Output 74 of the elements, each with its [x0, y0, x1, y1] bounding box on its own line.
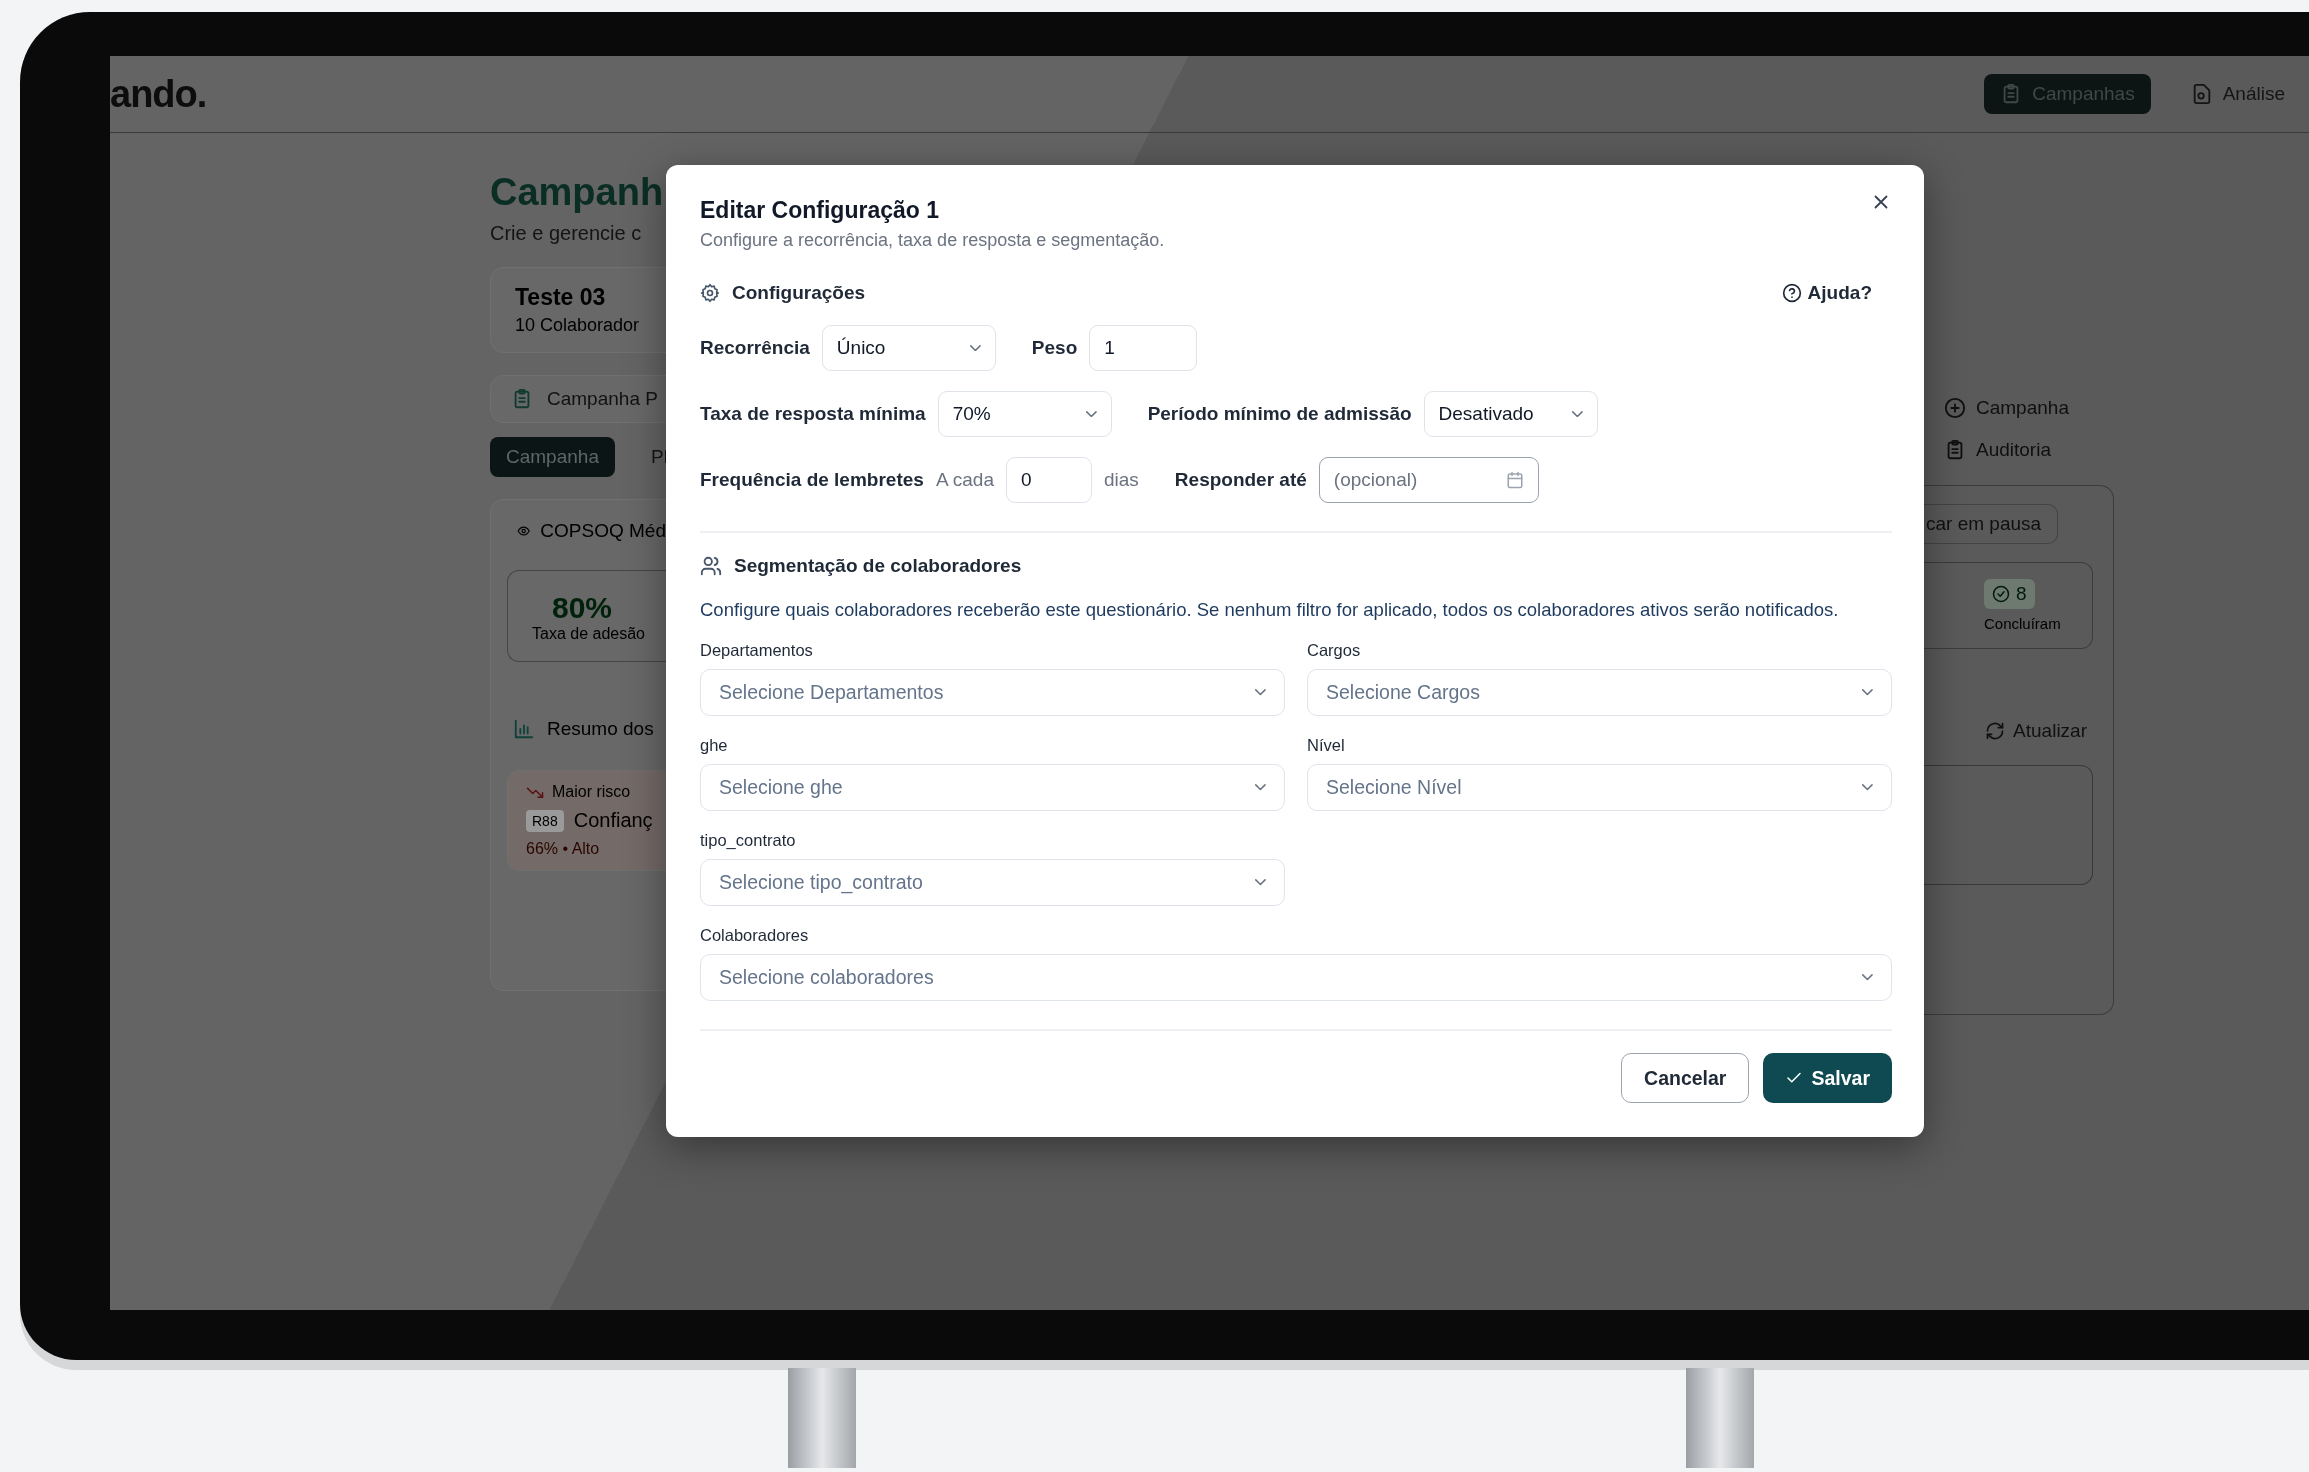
field-label: Frequência de lembretes — [700, 469, 924, 491]
risk-label: Maior risco — [552, 783, 631, 801]
field-label: Peso — [1031, 337, 1078, 359]
section-title: Segmentação de colaboradores — [734, 555, 1022, 577]
cancel-button[interactable]: Cancelar — [1621, 1053, 1750, 1103]
action-button[interactable]: Auditoria — [1924, 429, 2114, 471]
settings-icon — [700, 283, 720, 303]
save-button[interactable]: Salvar — [1763, 1053, 1892, 1103]
chevron-down-icon — [1571, 410, 1583, 418]
stat-badge: 8 — [1984, 579, 2035, 609]
help-link[interactable]: Ajuda? — [1775, 281, 1878, 305]
chevron-down-icon — [1862, 689, 1873, 696]
dropdown[interactable]: Selecione Cargos — [1307, 669, 1892, 716]
campaign-card[interactable]: Teste 03 10 Colaborador — [490, 267, 666, 353]
date-field[interactable]: (opcional) — [1318, 457, 1539, 503]
help-icon — [1781, 283, 1802, 303]
tab[interactable]: Campanha — [490, 437, 615, 477]
risk-code: R88 — [526, 809, 564, 832]
bar-chart-icon — [513, 718, 535, 740]
refresh-button[interactable]: Atualizar — [1979, 719, 2093, 743]
chevron-down-icon — [1085, 410, 1097, 418]
page-subtitle: Crie e gerencie c — [490, 222, 643, 245]
field-label: Responder até — [1174, 469, 1307, 491]
campaign-count: 10 Colaborador — [515, 315, 641, 336]
dropdown[interactable]: Selecione tipo_contrato — [700, 859, 1285, 906]
refresh-icon — [1985, 721, 2006, 741]
check-circle-icon — [1992, 585, 2010, 603]
risk-score: 66% • Alto — [526, 840, 601, 858]
dropdown[interactable]: Selecione ghe — [700, 764, 1285, 811]
field-unit: dias — [1104, 469, 1139, 491]
summary-title: Resumo dos — [547, 718, 654, 740]
nav-tab[interactable]: Análise — [2174, 74, 2301, 114]
dropdown[interactable]: Selecione colaboradores — [700, 954, 1892, 1001]
risk-name: Confianç — [573, 809, 653, 832]
input-field[interactable]: 1 — [1089, 325, 1198, 371]
chevron-down-icon — [1255, 784, 1266, 791]
dropdown[interactable]: Selecione Departamentos — [700, 669, 1285, 716]
field-label: Nível — [1307, 736, 1346, 755]
segmentation-note: Configure quais colaboradores receberão este questionário. Se nenhum filtro for aplicado, todos os colaboradores ativos serão notificados. — [700, 598, 1840, 622]
input-field[interactable]: 0 — [1006, 457, 1092, 503]
stat-label: Taxa de adesão — [532, 625, 646, 643]
section-label: Campanha P — [547, 388, 658, 410]
page-title: Campanh — [490, 171, 665, 214]
dialog-title: Editar Configuração 1 — [700, 197, 939, 224]
dropdown[interactable]: Único — [821, 325, 996, 371]
questionnaire-name: COPSOQ Méd — [540, 520, 666, 542]
campaign-name: Teste 03 — [515, 284, 607, 311]
dropdown[interactable]: Desativado — [1423, 391, 1598, 437]
dialog-subtitle: Configure a recorrência, taxa de resposta e segmentação. — [700, 230, 1166, 251]
pause-button[interactable]: car em pausa — [1924, 504, 2059, 544]
stat-label: Concluíram — [1984, 615, 2061, 632]
chevron-down-icon — [1862, 974, 1873, 981]
app-logo: ando. — [110, 72, 207, 116]
plus-circle-icon — [1944, 397, 1966, 419]
field-label: ghe — [700, 736, 729, 755]
field-label: Recorrência — [700, 337, 810, 359]
field-label: Período mínimo de admissão — [1147, 403, 1412, 425]
calendar-icon — [1505, 471, 1524, 489]
users-icon — [700, 555, 722, 577]
field-label: Departamentos — [700, 641, 814, 660]
field-label: Cargos — [1307, 641, 1362, 660]
action-button[interactable]: Campanha — [1924, 387, 2114, 429]
dropdown[interactable]: 70% — [937, 391, 1112, 437]
field-label: tipo_contrato — [700, 831, 797, 850]
chevron-down-icon — [1255, 689, 1266, 696]
chevron-down-icon — [1862, 784, 1873, 791]
field-label: Taxa de resposta mínima — [700, 403, 926, 425]
chevron-down-icon — [1255, 879, 1266, 886]
chevron-down-icon — [970, 344, 981, 352]
dropdown[interactable]: Selecione Nível — [1307, 764, 1892, 811]
stat-value: 80% — [551, 591, 614, 625]
section-title: Configurações — [732, 282, 866, 304]
field-prefix: A cada — [935, 469, 994, 491]
field-label: Colaboradores — [700, 926, 810, 945]
